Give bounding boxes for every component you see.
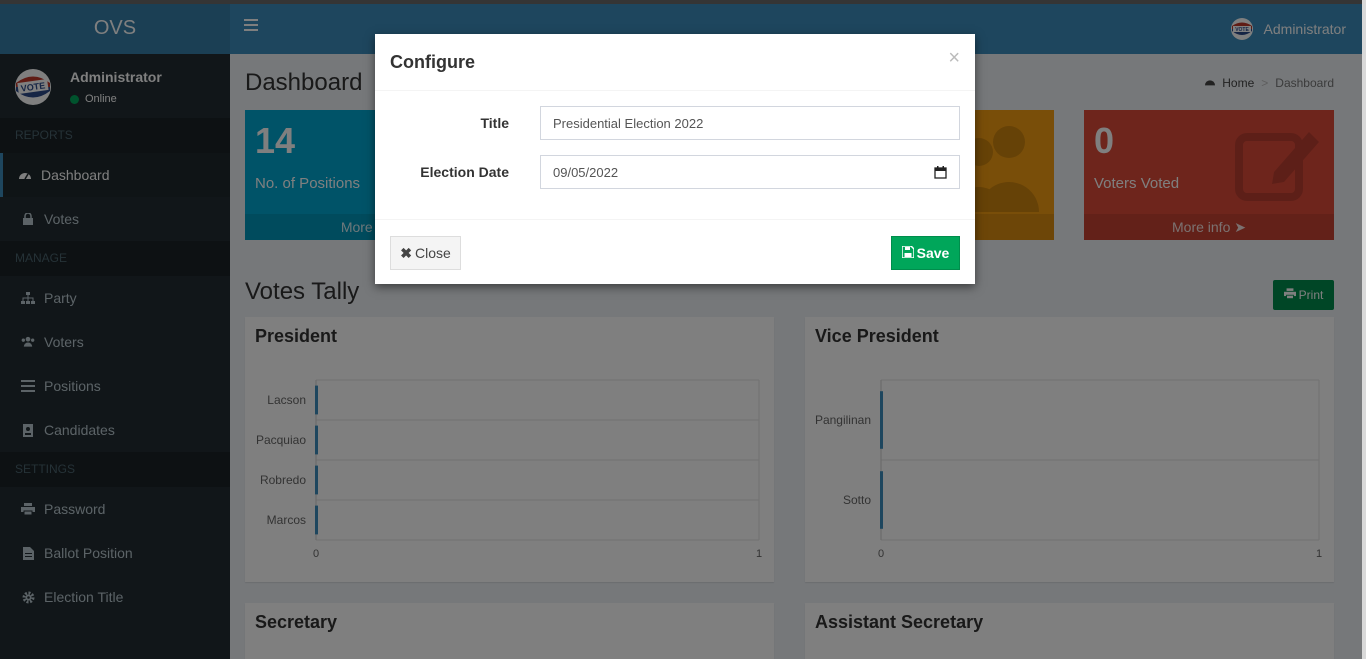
configure-modal: Configure × Title Presidential Election … xyxy=(375,34,975,284)
title-form-row: Title Presidential Election 2022 xyxy=(375,106,975,140)
close-icon[interactable]: × xyxy=(948,47,960,70)
title-input[interactable]: Presidential Election 2022 xyxy=(540,106,960,140)
date-form-row: Election Date 09/05/2022 xyxy=(375,155,975,189)
save-button-label: Save xyxy=(916,245,950,261)
floppy-disk-icon xyxy=(900,245,915,261)
modal-title: Configure xyxy=(390,52,475,72)
times-icon: ✖ xyxy=(400,244,412,261)
scrollbar[interactable] xyxy=(1362,0,1366,659)
modal-header: Configure × xyxy=(375,34,975,91)
election-date-label: Election Date xyxy=(420,164,509,180)
save-button[interactable]: Save xyxy=(891,236,960,270)
calendar-icon[interactable] xyxy=(934,165,947,179)
close-button-label: Close xyxy=(414,245,451,261)
title-label: Title xyxy=(480,115,509,131)
election-date-input[interactable]: 09/05/2022 xyxy=(540,155,960,189)
modal-footer: ✖ Close Save xyxy=(375,219,975,284)
election-date-value: 09/05/2022 xyxy=(553,164,619,180)
close-button[interactable]: ✖ Close xyxy=(390,236,461,270)
